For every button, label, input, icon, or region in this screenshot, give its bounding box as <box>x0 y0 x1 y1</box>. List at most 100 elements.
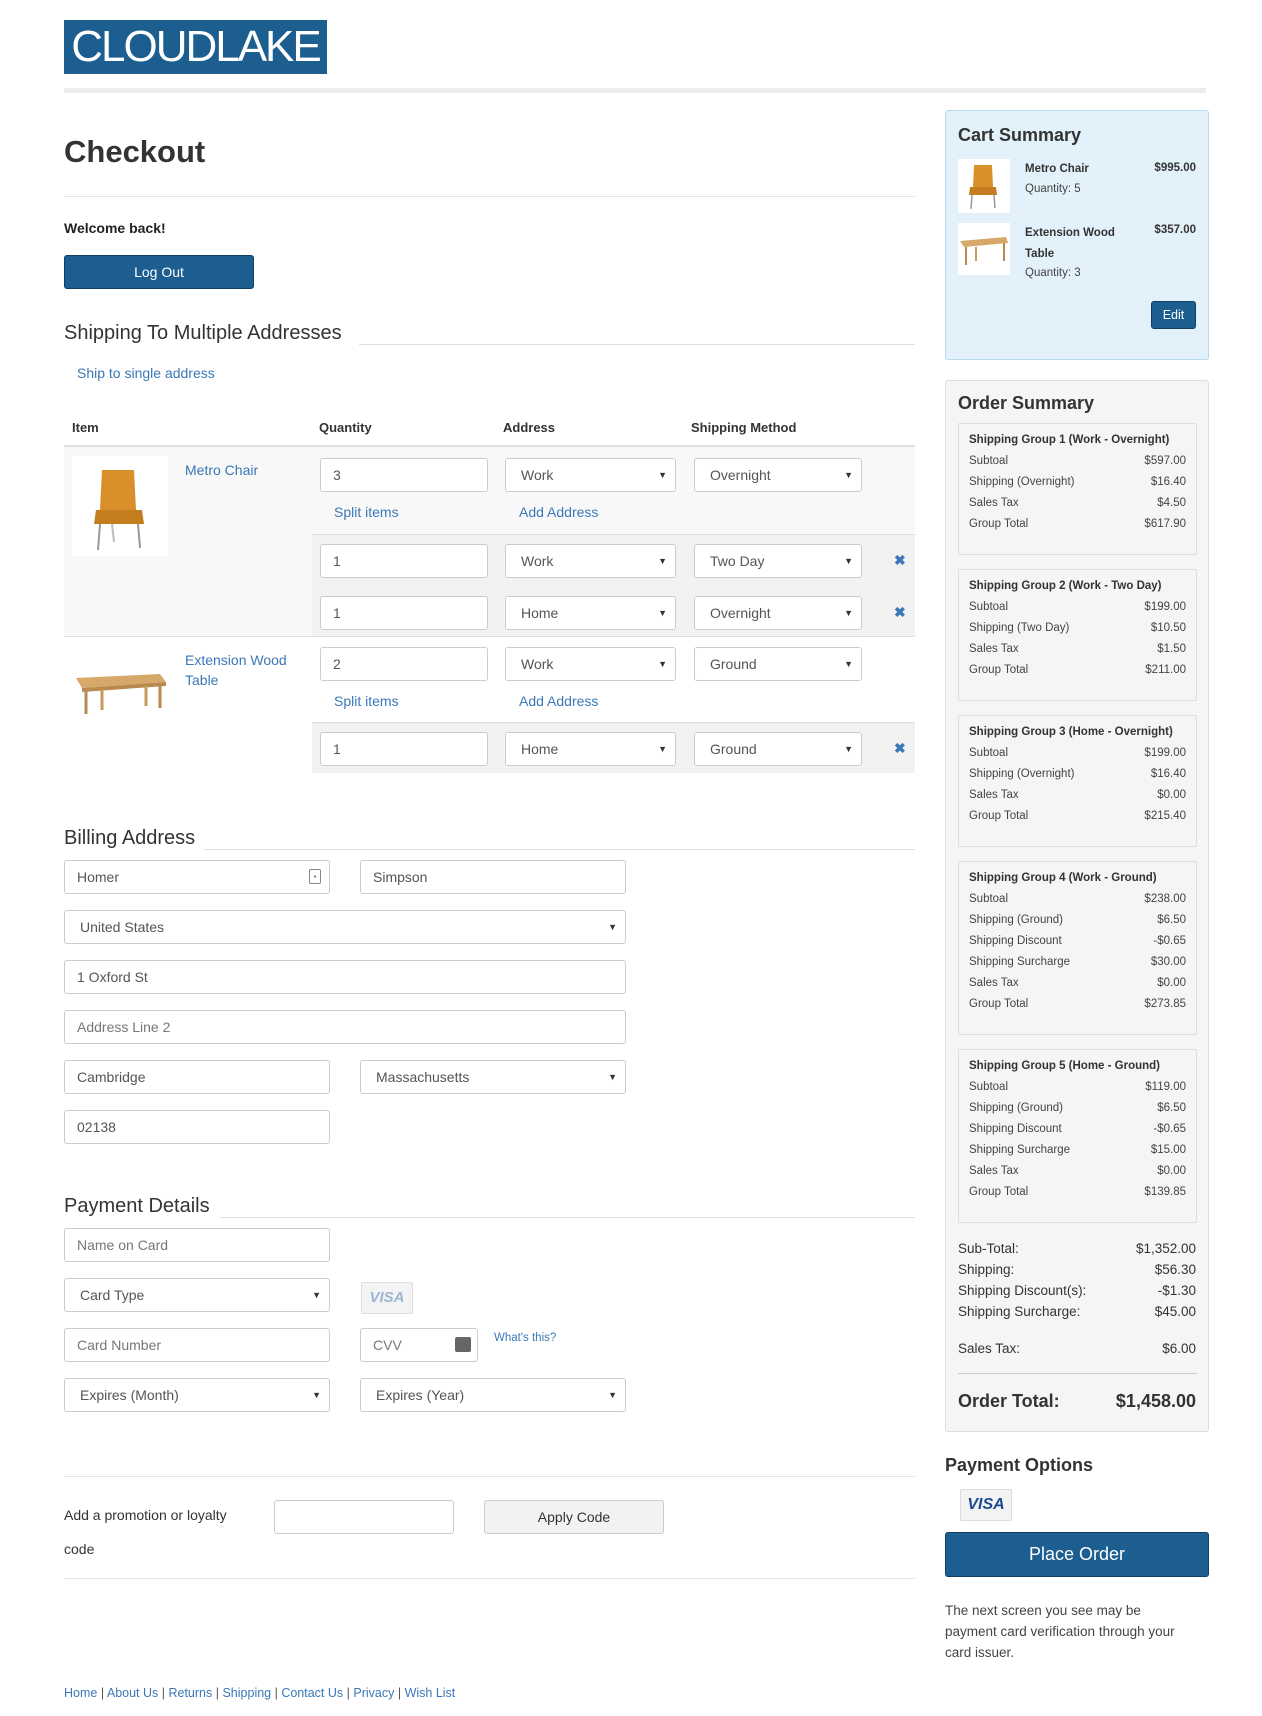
extension-table-image[interactable] <box>72 656 168 726</box>
footer-link-home[interactable]: Home <box>64 1686 97 1700</box>
cart-item-price: $995.00 <box>1154 162 1196 174</box>
extension-table-link[interactable]: Extension Wood Table <box>185 652 287 692</box>
whats-this-link[interactable]: What's this? <box>494 1332 556 1344</box>
group-line-value: $119.00 <box>1145 1081 1186 1093</box>
metro-chair-link[interactable]: Metro Chair <box>185 462 258 478</box>
visa-payment-option[interactable]: VISA <box>960 1489 1012 1521</box>
card-type-select[interactable]: Card Type ▼ <box>64 1278 330 1312</box>
shipping-method-select[interactable]: Overnight ▼ <box>694 596 862 630</box>
edit-cart-button[interactable]: Edit <box>1151 301 1196 329</box>
add-address-link[interactable]: Add Address <box>519 693 598 709</box>
total-line-value: $1,352.00 <box>1135 1241 1196 1256</box>
chevron-down-icon: ▼ <box>658 608 667 618</box>
site-header: CLOUDLAKE <box>64 20 1206 92</box>
payment-options-title: Payment Options <box>945 1455 1094 1475</box>
billing-divider <box>204 849 915 850</box>
header-divider <box>64 88 1206 93</box>
col-header-quantity: Quantity <box>319 420 372 435</box>
group-line-label: Group Total <box>969 664 1029 676</box>
cart-item-quantity: Quantity: 3 <box>1025 267 1081 279</box>
chevron-down-icon: ▼ <box>844 744 853 754</box>
group-line-value: $0.00 <box>1157 977 1186 989</box>
state-select[interactable]: Massachusetts ▼ <box>360 1060 626 1094</box>
footer-link-returns[interactable]: Returns <box>168 1686 212 1700</box>
promo-bottom-divider <box>64 1578 915 1579</box>
contact-card-icon: ▪ <box>309 869 321 884</box>
last-name-input[interactable]: Simpson <box>360 860 626 894</box>
address-select[interactable]: Home ▼ <box>505 732 676 766</box>
payment-section-title: Payment Details <box>64 1195 210 1217</box>
split-items-link[interactable]: Split items <box>334 504 399 520</box>
address-select[interactable]: Work ▼ <box>505 458 676 492</box>
card-number-input[interactable]: Card Number <box>64 1328 330 1362</box>
group-line-value: $0.00 <box>1157 789 1186 801</box>
address-select[interactable]: Home ▼ <box>505 596 676 630</box>
shipping-divider <box>359 344 915 345</box>
footer-link-privacy[interactable]: Privacy <box>353 1686 394 1700</box>
address-line2-input[interactable]: Address Line 2 <box>64 1010 626 1044</box>
apply-code-button[interactable]: Apply Code <box>484 1500 664 1534</box>
group-line-label: Subtoal <box>969 601 1009 613</box>
quantity-input[interactable]: 3 <box>320 458 488 492</box>
group-line-value: $16.40 <box>1150 476 1186 488</box>
quantity-input[interactable]: 1 <box>320 544 488 578</box>
shipping-group-box: Shipping Group 2 (Work - Two Day) Subtoal… <box>958 569 1197 701</box>
total-line-label: Shipping Discount(s): <box>958 1283 1087 1298</box>
shipping-method-select-value: Overnight <box>710 467 771 483</box>
add-address-link[interactable]: Add Address <box>519 504 598 520</box>
shipping-group-box: Shipping Group 5 (Home - Ground) Subtoal $… <box>958 1049 1197 1223</box>
chevron-down-icon: ▼ <box>312 1390 321 1400</box>
quantity-input[interactable]: 2 <box>320 647 488 681</box>
promo-code-input[interactable] <box>274 1500 454 1534</box>
footer-link-wishlist[interactable]: Wish List <box>405 1686 456 1700</box>
footer-link-shipping[interactable]: Shipping <box>222 1686 271 1700</box>
group-line-value: $6.50 <box>1157 1102 1186 1114</box>
ship-single-address-link[interactable]: Ship to single address <box>77 365 215 381</box>
place-order-button[interactable]: Place Order <box>945 1532 1209 1577</box>
address-select-value: Home <box>521 741 559 757</box>
cvv-input[interactable]: CVV <box>360 1328 478 1362</box>
page-title: Checkout <box>64 134 206 169</box>
footer-link-contact[interactable]: Contact Us <box>281 1686 343 1700</box>
group-line-label: Subtoal <box>969 1081 1009 1093</box>
shipping-method-select[interactable]: Ground ▼ <box>694 732 862 766</box>
cloudlake-logo[interactable]: CLOUDLAKE <box>64 20 327 74</box>
remove-split-icon[interactable]: ✖ <box>894 552 906 569</box>
address-select[interactable]: Work ▼ <box>505 647 676 681</box>
shipping-method-select[interactable]: Ground ▼ <box>694 647 862 681</box>
remove-split-icon[interactable]: ✖ <box>894 740 906 757</box>
expiry-year-select[interactable]: Expires (Year) ▼ <box>360 1378 626 1412</box>
cart-item-name-line1: Extension Wood <box>1025 227 1115 239</box>
country-select-value: United States <box>80 919 165 935</box>
address-line1-input[interactable]: 1 Oxford St <box>64 960 626 994</box>
shipping-method-select[interactable]: Two Day ▼ <box>694 544 862 578</box>
quantity-input[interactable]: 1 <box>320 596 488 630</box>
remove-split-icon[interactable]: ✖ <box>894 604 906 621</box>
split-items-link[interactable]: Split items <box>334 693 399 709</box>
metro-chair-image[interactable] <box>72 456 168 556</box>
address-select[interactable]: Work ▼ <box>505 544 676 578</box>
shipping-method-select[interactable]: Overnight ▼ <box>694 458 862 492</box>
first-name-input[interactable]: Homer ▪ <box>64 860 330 894</box>
zip-input[interactable]: 02138 <box>64 1110 330 1144</box>
quantity-input[interactable]: 1 <box>320 732 488 766</box>
shipping-group-title: Shipping Group 2 (Work - Two Day) <box>969 580 1162 592</box>
city-input[interactable]: Cambridge <box>64 1060 330 1094</box>
welcome-message: Welcome back! <box>64 220 166 236</box>
footer-link-about[interactable]: About Us <box>107 1686 158 1700</box>
group-line-label: Group Total <box>969 1186 1029 1198</box>
cart-item-price: $357.00 <box>1154 224 1196 236</box>
expiry-month-select[interactable]: Expires (Month) ▼ <box>64 1378 330 1412</box>
order-total-divider <box>958 1373 1197 1374</box>
group-line-value: $6.50 <box>1157 914 1186 926</box>
shipping-section-title: Shipping To Multiple Addresses <box>64 322 342 344</box>
promo-label-line2: code <box>64 1541 95 1557</box>
country-select[interactable]: United States ▼ <box>64 910 626 944</box>
logout-button[interactable]: Log Out <box>64 255 254 289</box>
group-line-value: $211.00 <box>1145 664 1186 676</box>
shipping-group-box: Shipping Group 1 (Work - Overnight) Subto… <box>958 423 1197 555</box>
name-on-card-input[interactable]: Name on Card <box>64 1228 330 1262</box>
verification-note-line3: card issuer. <box>945 1645 1015 1660</box>
group-line-value: $4.50 <box>1157 497 1186 509</box>
chevron-down-icon: ▼ <box>608 922 617 932</box>
